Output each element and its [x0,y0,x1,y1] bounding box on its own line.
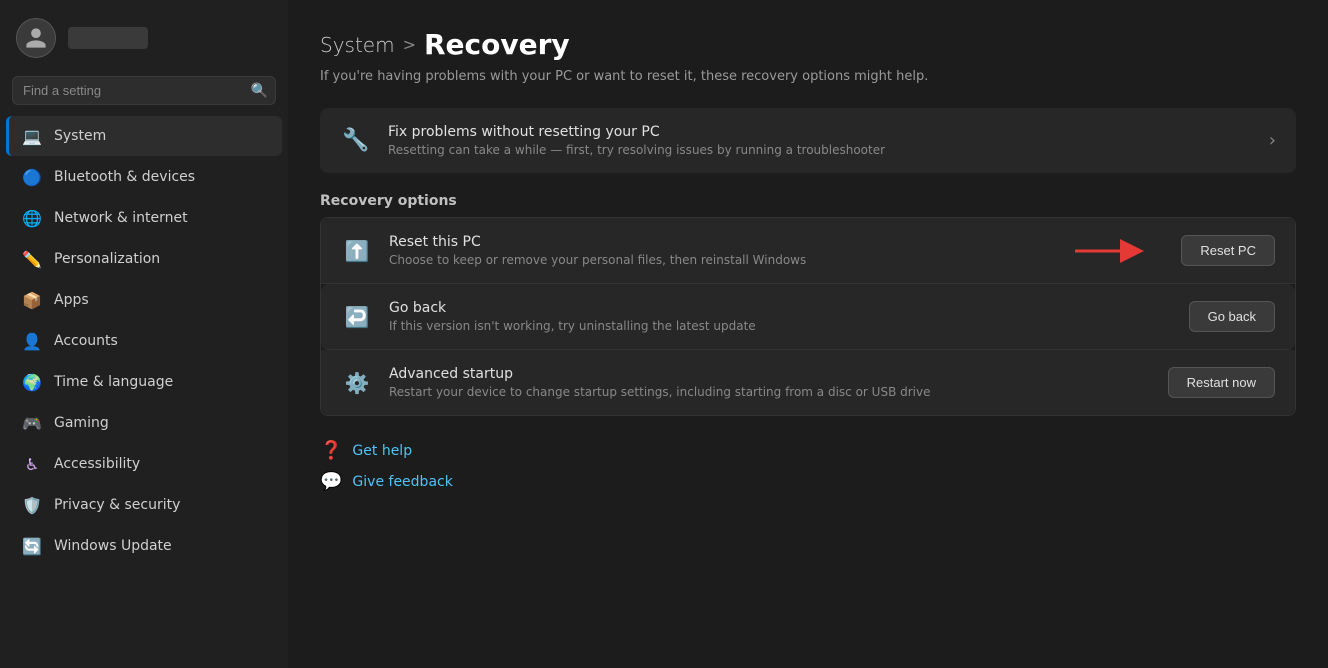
sidebar-item-time[interactable]: 🌍 Time & language [6,362,282,402]
sidebar-item-privacy[interactable]: 🛡️ Privacy & security [6,485,282,525]
sidebar-label-update: Windows Update [54,538,172,554]
sidebar-item-update[interactable]: 🔄 Windows Update [6,526,282,566]
fix-card-chevron: › [1269,130,1276,151]
advanced-startup-desc: Restart your device to change startup se… [389,385,1152,399]
sidebar-label-system: System [54,128,106,144]
sidebar-label-accessibility: Accessibility [54,456,140,472]
accessibility-icon: ♿ [22,454,42,474]
system-icon: 💻 [22,126,42,146]
sidebar-item-accounts[interactable]: 👤 Accounts [6,321,282,361]
gaming-icon: 🎮 [22,413,42,433]
main-content: System > Recovery If you're having probl… [288,0,1328,668]
sidebar-item-gaming[interactable]: 🎮 Gaming [6,403,282,443]
sidebar-item-system[interactable]: 💻 System [6,116,282,156]
recovery-options-label: Recovery options [320,193,1296,209]
recovery-group: ⬆️ Reset this PC Choose to keep or remov… [320,217,1296,416]
search-input[interactable] [12,76,276,105]
breadcrumb-parent: System [320,33,395,57]
update-icon: 🔄 [22,536,42,556]
sidebar-label-privacy: Privacy & security [54,497,180,513]
user-profile[interactable] [0,0,288,72]
sidebar-label-gaming: Gaming [54,415,109,431]
advanced-startup-content: Advanced startup Restart your device to … [389,366,1152,399]
fix-icon: 🔧 [340,128,372,153]
fix-card-desc: Resetting can take a while — first, try … [388,143,1253,157]
give-feedback-label: Give feedback [352,474,452,490]
help-link-get-help[interactable]: ❓ Get help [320,440,1296,461]
reset-pc-title: Reset this PC [389,234,1057,250]
sidebar-label-accounts: Accounts [54,333,118,349]
advanced-startup-button[interactable]: Restart now [1168,367,1275,398]
time-icon: 🌍 [22,372,42,392]
avatar [16,18,56,58]
advanced-startup-icon: ⚙️ [341,371,373,395]
sidebar-item-apps[interactable]: 📦 Apps [6,280,282,320]
page-subtitle: If you're having problems with your PC o… [320,69,1296,84]
sidebar-item-network[interactable]: 🌐 Network & internet [6,198,282,238]
red-arrow-icon [1073,237,1153,265]
fix-problems-card[interactable]: 🔧 Fix problems without resetting your PC… [320,108,1296,173]
network-icon: 🌐 [22,208,42,228]
reset-pc-content: Reset this PC Choose to keep or remove y… [389,234,1057,267]
breadcrumb: System > Recovery [320,28,1296,61]
reset-pc-icon: ⬆️ [341,239,373,263]
privacy-icon: 🛡️ [22,495,42,515]
reset-pc-button[interactable]: Reset PC [1181,235,1275,266]
username-box [68,27,148,49]
recovery-card-reset-pc: ⬆️ Reset this PC Choose to keep or remov… [321,218,1295,284]
breadcrumb-current: Recovery [424,28,570,61]
sidebar-label-apps: Apps [54,292,89,308]
sidebar-label-time: Time & language [54,374,173,390]
reset-pc-desc: Choose to keep or remove your personal f… [389,253,1057,267]
go-back-desc: If this version isn't working, try unins… [389,319,1173,333]
recovery-card-go-back: ↩️ Go back If this version isn't working… [321,284,1295,350]
reset-arrow-indicator [1073,237,1153,265]
advanced-startup-title: Advanced startup [389,366,1152,382]
go-back-content: Go back If this version isn't working, t… [389,300,1173,333]
get-help-icon: ❓ [320,440,342,461]
sidebar-label-bluetooth: Bluetooth & devices [54,169,195,185]
sidebar-item-accessibility[interactable]: ♿ Accessibility [6,444,282,484]
go-back-icon: ↩️ [341,305,373,329]
recovery-card-advanced-startup: ⚙️ Advanced startup Restart your device … [321,350,1295,415]
fix-card-title: Fix problems without resetting your PC [388,124,1253,140]
sidebar-label-personalization: Personalization [54,251,160,267]
fix-card-content: Fix problems without resetting your PC R… [388,124,1253,157]
give-feedback-icon: 💬 [320,471,342,492]
sidebar-item-personalization[interactable]: ✏️ Personalization [6,239,282,279]
help-link-give-feedback[interactable]: 💬 Give feedback [320,471,1296,492]
help-links: ❓ Get help 💬 Give feedback [320,440,1296,492]
personalization-icon: ✏️ [22,249,42,269]
sidebar-nav: 💻 System 🔵 Bluetooth & devices 🌐 Network… [0,115,288,668]
sidebar-item-bluetooth[interactable]: 🔵 Bluetooth & devices [6,157,282,197]
bluetooth-icon: 🔵 [22,167,42,187]
search-box[interactable]: 🔍 [12,76,276,105]
apps-icon: 📦 [22,290,42,310]
accounts-icon: 👤 [22,331,42,351]
sidebar: 🔍 💻 System 🔵 Bluetooth & devices 🌐 Netwo… [0,0,288,668]
go-back-title: Go back [389,300,1173,316]
breadcrumb-separator: > [403,35,416,54]
search-icon: 🔍 [251,83,268,99]
go-back-button[interactable]: Go back [1189,301,1275,332]
get-help-label: Get help [352,443,412,459]
sidebar-label-network: Network & internet [54,210,188,226]
